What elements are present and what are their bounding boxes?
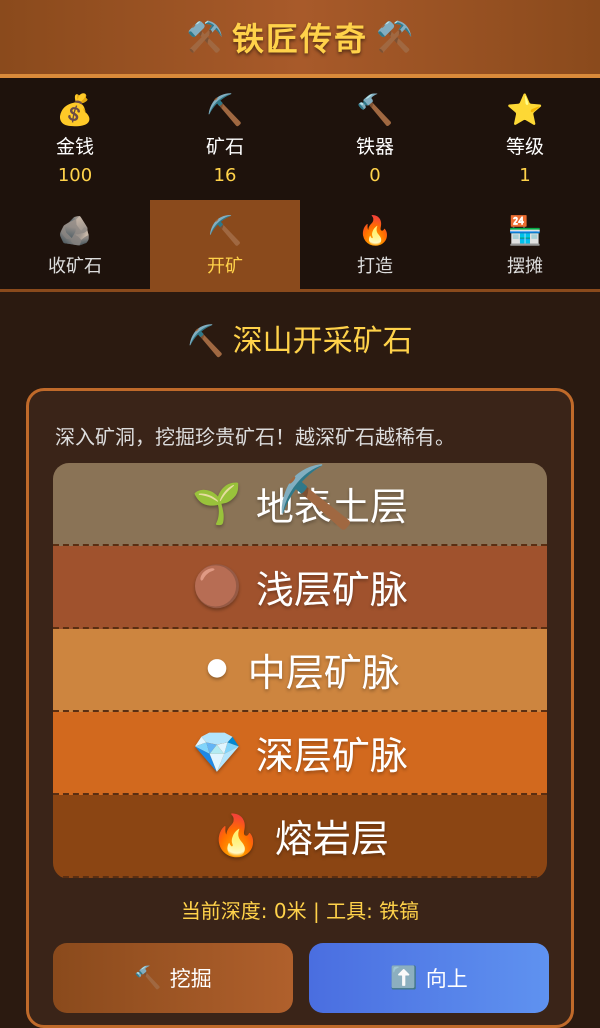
hammer-pick-icon: ⚒️ [376, 19, 414, 55]
fire-icon: 🔥 [211, 813, 261, 859]
black-circle-icon: ⚫ [200, 646, 234, 693]
tab-mining[interactable]: ⛏️ 开矿 [150, 200, 300, 289]
tab-label: 收矿石 [48, 256, 102, 277]
stat-value: 0 [369, 165, 381, 186]
section-title-text: 深山开采矿石 [232, 324, 413, 359]
tab-label: 打造 [357, 256, 393, 277]
store-icon: 🏪 [507, 214, 543, 247]
stats-bar: 💰 金钱 100 ⛏️ 矿石 16 🔨 铁器 0 ⭐ 等级 1 [0, 78, 600, 200]
mine-layers: 🌱 地表土层 🟤 浅层矿脉 ⚫ 中层矿脉 💎 深层矿脉 🔥 熔岩层 ⛏️ [53, 463, 547, 879]
stat-ore: ⛏️ 矿石 16 [155, 92, 295, 186]
layer-lava[interactable]: 🔥 熔岩层 [53, 795, 547, 878]
up-button[interactable]: ⬆️ 向上 [309, 943, 549, 1013]
tab-label: 开矿 [207, 256, 243, 277]
layer-shallow-vein[interactable]: 🟤 浅层矿脉 [53, 546, 547, 629]
stat-label: 等级 [505, 136, 544, 158]
tab-collect-ore[interactable]: 🪨 收矿石 [0, 200, 150, 289]
tab-bar: 🪨 收矿石 ⛏️ 开矿 🔥 打造 🏪 摆摊 [0, 200, 600, 292]
stat-label: 铁器 [355, 136, 394, 158]
money-bag-icon: 💰 [56, 93, 94, 128]
pickaxe-icon: ⛏️ [207, 214, 243, 247]
dig-button[interactable]: 🔨 挖掘 [53, 943, 293, 1013]
app-header: ⚒️ 铁匠传奇 ⚒️ [0, 0, 600, 78]
tab-forge[interactable]: 🔥 打造 [300, 200, 450, 289]
stat-label: 金钱 [55, 136, 94, 158]
section-title: ⛏️ 深山开采矿石 [0, 320, 600, 364]
up-button-label: 向上 [425, 967, 468, 991]
mining-description: 深入矿洞，挖掘珍贵矿石！越深矿石越稀有。 [55, 425, 455, 449]
fire-icon: 🔥 [357, 214, 393, 247]
hammer-icon: 🔨 [356, 93, 394, 128]
pickaxe-icon: ⛏️ [206, 93, 244, 128]
stat-level: ⭐ 等级 1 [455, 92, 595, 186]
brown-circle-icon: 🟤 [192, 564, 242, 610]
star-icon: ⭐ [506, 93, 544, 128]
gem-icon: 💎 [192, 730, 242, 776]
layer-label: 深层矿脉 [255, 734, 408, 778]
up-arrow-icon: ⬆️ [390, 965, 418, 991]
stat-money: 💰 金钱 100 [5, 92, 145, 186]
layer-label: 浅层矿脉 [255, 568, 408, 612]
tab-stall[interactable]: 🏪 摆摊 [450, 200, 600, 289]
hammer-pick-icon: ⚒️ [186, 19, 224, 55]
rock-icon: 🪨 [57, 214, 93, 247]
stat-ironware: 🔨 铁器 0 [305, 92, 445, 186]
stat-value: 100 [57, 165, 93, 186]
layer-middle-vein[interactable]: ⚫ 中层矿脉 [53, 629, 547, 712]
layer-label: 中层矿脉 [247, 651, 400, 695]
sprout-icon: 🌱 [192, 481, 242, 527]
mining-panel: 深入矿洞，挖掘珍贵矿石！越深矿石越稀有。 🌱 地表土层 🟤 浅层矿脉 ⚫ 中层矿脉 💎… [26, 388, 574, 1028]
tab-label: 摆摊 [507, 256, 543, 277]
stat-label: 矿石 [205, 136, 244, 158]
stat-value: 1 [519, 165, 531, 186]
pickaxe-icon: ⛏️ [270, 463, 357, 542]
hammer-icon: 🔨 [134, 965, 162, 991]
stat-value: 16 [213, 165, 237, 186]
layer-label: 熔岩层 [274, 817, 389, 861]
app-title: 铁匠传奇 [231, 20, 368, 58]
pickaxe-icon: ⛏️ [187, 324, 225, 359]
dig-button-label: 挖掘 [169, 967, 212, 991]
layer-deep-vein[interactable]: 💎 深层矿脉 [53, 712, 547, 795]
depth-status: 当前深度: 0米 | 工具: 铁镐 [180, 899, 420, 923]
